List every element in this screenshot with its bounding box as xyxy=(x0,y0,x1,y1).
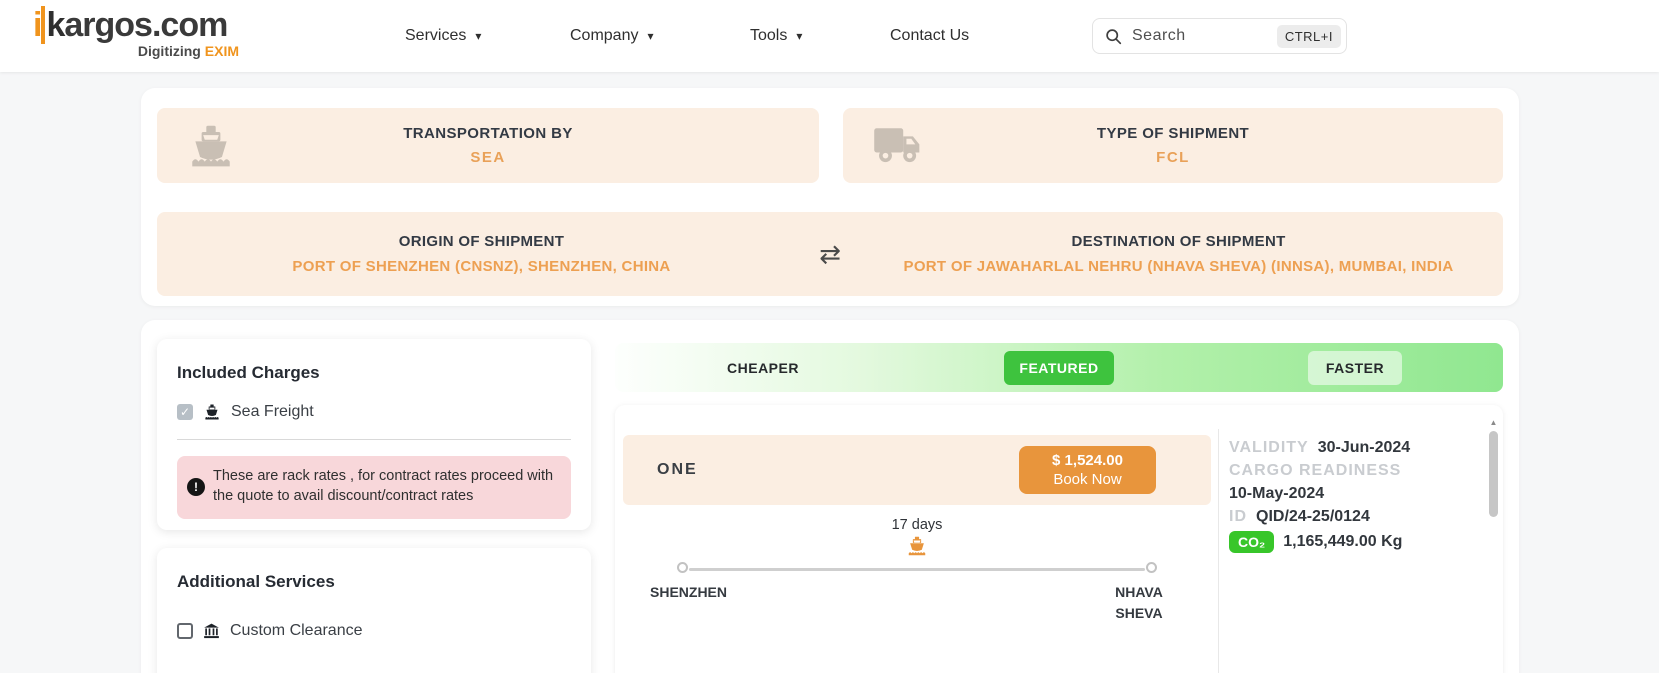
search-input[interactable] xyxy=(1132,27,1277,45)
chevron-down-icon: ▾ xyxy=(796,29,802,43)
origin-point xyxy=(677,562,688,573)
search-icon xyxy=(1105,28,1122,45)
ship-icon xyxy=(185,121,237,171)
additional-services-title: Additional Services xyxy=(177,572,571,592)
transit-timeline: 17 days SHENZHEN NHAVA SHEVA xyxy=(623,517,1211,628)
transit-time: 17 days xyxy=(623,517,1211,533)
ship-icon xyxy=(906,536,928,556)
quote-card: ONE $ 1,524.00 Book Now 17 days xyxy=(615,405,1503,673)
search-box: CTRL+I xyxy=(1092,18,1347,54)
logo-text: ikargos.com xyxy=(33,7,239,43)
quote-id-value: QID/24-25/0124 xyxy=(1256,508,1370,526)
ship-icon xyxy=(203,404,221,420)
customs-building-icon xyxy=(203,623,220,639)
transportation-label: TRANSPORTATION BY xyxy=(403,125,573,142)
sea-freight-row: ✓ Sea Freight xyxy=(177,403,571,421)
alert-icon: ! xyxy=(187,478,205,496)
cargo-readiness-value: 10-May-2024 xyxy=(1229,485,1324,503)
results-panel: Included Charges ✓ Sea Freight ! These a… xyxy=(141,320,1519,673)
destination-point xyxy=(1146,562,1157,573)
nav-item-services[interactable]: Services▾ xyxy=(405,0,481,72)
sort-featured-button[interactable]: FEATURED xyxy=(1004,351,1113,385)
scrollbar-thumb[interactable] xyxy=(1489,431,1498,517)
truck-icon xyxy=(871,121,929,171)
included-charges-card: Included Charges ✓ Sea Freight ! These a… xyxy=(157,339,591,530)
destination-value: PORT OF JAWAHARLAL NEHRU (NHAVA SHEVA) (… xyxy=(904,258,1454,275)
origin-block: ORIGIN OF SHIPMENT PORT OF SHENZHEN (CNS… xyxy=(157,233,806,275)
top-navbar: ikargos.com Digitizing EXIM Services▾ Co… xyxy=(0,0,1659,72)
chevron-down-icon: ▾ xyxy=(475,29,481,43)
quote-id-label: ID xyxy=(1229,508,1247,526)
origin-value: PORT OF SHENZHEN (CNSNZ), SHENZHEN, CHIN… xyxy=(292,258,670,275)
co2-badge: CO₂ xyxy=(1229,531,1274,553)
book-now-button[interactable]: $ 1,524.00 Book Now xyxy=(1019,446,1156,494)
divider xyxy=(177,439,571,440)
rack-rates-notice: ! These are rack rates , for contract ra… xyxy=(177,456,571,519)
destination-block: DESTINATION OF SHIPMENT PORT OF JAWAHARL… xyxy=(854,233,1503,275)
origin-port-label: SHENZHEN xyxy=(650,582,727,603)
custom-clearance-label: Custom Clearance xyxy=(230,622,363,640)
chevron-down-icon: ▾ xyxy=(647,29,653,43)
shipment-type-value: FCL xyxy=(1156,149,1190,166)
validity-label: VALIDITY xyxy=(1229,439,1309,457)
shipment-type-card: TYPE OF SHIPMENT FCL xyxy=(843,108,1503,183)
shipment-type-label: TYPE OF SHIPMENT xyxy=(1097,125,1249,142)
destination-port-label: NHAVA SHEVA xyxy=(1094,582,1184,624)
route-line xyxy=(689,568,1145,571)
divider xyxy=(1218,429,1219,673)
scrollbar-up-arrow[interactable]: ▲ xyxy=(1488,417,1499,429)
site-logo[interactable]: ikargos.com Digitizing EXIM xyxy=(33,7,239,59)
quote-price: $ 1,524.00 xyxy=(1052,452,1123,469)
cargo-readiness-label: CARGO READINESS xyxy=(1229,462,1401,480)
quote-details: VALIDITY 30-Jun-2024 CARGO READINESS 10-… xyxy=(1229,439,1410,558)
carrier-row: ONE $ 1,524.00 Book Now xyxy=(623,435,1211,505)
custom-clearance-row: ✓ Custom Clearance xyxy=(177,622,571,640)
nav-item-company[interactable]: Company▾ xyxy=(570,0,654,72)
additional-services-card: Additional Services ✓ Custom Clearance xyxy=(157,548,591,673)
page: ikargos.com Digitizing EXIM Services▾ Co… xyxy=(0,0,1659,673)
transportation-card: TRANSPORTATION BY SEA xyxy=(157,108,819,183)
co2-value: 1,165,449.00 Kg xyxy=(1283,533,1402,551)
nav-item-contact-us[interactable]: Contact Us xyxy=(890,0,969,72)
validity-value: 30-Jun-2024 xyxy=(1318,439,1411,457)
logo-tagline: Digitizing EXIM xyxy=(33,43,239,59)
results-scrollbar: ▲ xyxy=(1488,417,1499,673)
transportation-value: SEA xyxy=(470,149,505,166)
sort-cheaper-button[interactable]: CHEAPER xyxy=(727,360,799,376)
sea-freight-checkbox: ✓ xyxy=(177,404,193,420)
shipment-summary-panel: TRANSPORTATION BY SEA TYPE OF SHIPMENT F… xyxy=(141,88,1519,306)
destination-label: DESTINATION OF SHIPMENT xyxy=(1071,233,1285,250)
sea-freight-label: Sea Freight xyxy=(231,403,314,421)
included-charges-title: Included Charges xyxy=(177,363,571,383)
search-shortcut-badge: CTRL+I xyxy=(1277,25,1341,48)
swap-ports-icon[interactable]: ⇄ xyxy=(806,241,854,267)
custom-clearance-checkbox[interactable]: ✓ xyxy=(177,623,193,639)
carrier-name: ONE xyxy=(657,461,698,479)
rack-rates-text: These are rack rates , for contract rate… xyxy=(213,466,559,507)
sort-bar: CHEAPER FEATURED FASTER xyxy=(615,343,1503,392)
nav-item-tools[interactable]: Tools▾ xyxy=(750,0,802,72)
origin-destination-card: ORIGIN OF SHIPMENT PORT OF SHENZHEN (CNS… xyxy=(157,212,1503,296)
origin-label: ORIGIN OF SHIPMENT xyxy=(399,233,564,250)
route-track xyxy=(683,562,1151,578)
sort-faster-button[interactable]: FASTER xyxy=(1308,351,1402,385)
